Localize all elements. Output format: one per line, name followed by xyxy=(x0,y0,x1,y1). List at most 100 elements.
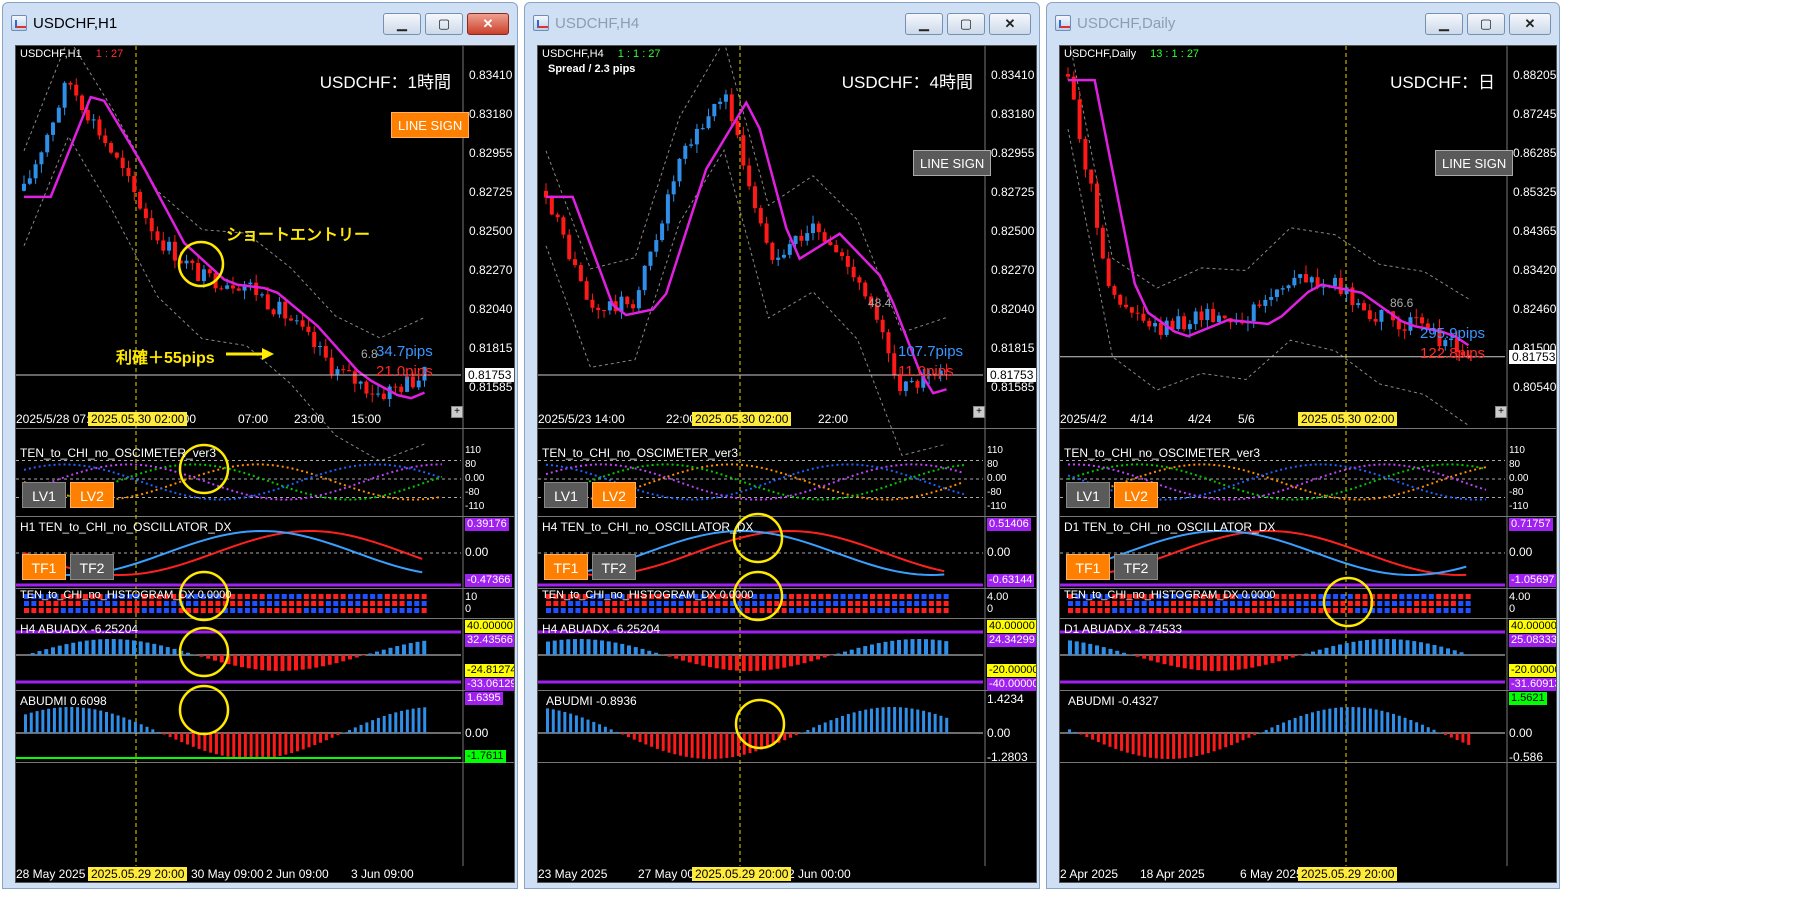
histogram-cell xyxy=(1399,594,1405,599)
tf2-button[interactable]: TF2 xyxy=(592,554,636,580)
histogram-cell xyxy=(678,608,684,613)
histogram-cell xyxy=(685,608,691,613)
price-tick: 0.81815 xyxy=(469,341,513,355)
candle-body xyxy=(219,288,224,290)
histogram-cell xyxy=(1303,601,1309,606)
histogram-cell xyxy=(1340,594,1346,599)
candle-body xyxy=(1373,319,1378,322)
histogram-cell xyxy=(884,601,890,606)
histogram-cell xyxy=(789,601,794,606)
minimize-button[interactable]: ▁ xyxy=(383,13,421,35)
tf1-button[interactable]: TF1 xyxy=(22,554,66,580)
abuadx-bar xyxy=(84,640,89,655)
tf2-button[interactable]: TF2 xyxy=(70,554,114,580)
maximize-button[interactable]: ▢ xyxy=(947,13,985,35)
chart-area[interactable]: USDCHF,Daily 13 : 1 : 27 USDCHF：日 LINE SIGN… xyxy=(1059,45,1557,883)
abuadx-scale: -20.00000 xyxy=(987,664,1036,677)
close-button[interactable]: ✕ xyxy=(1509,13,1551,35)
price-tick: 0.83410 xyxy=(469,68,513,82)
abudmi-bar xyxy=(1397,715,1401,733)
candle-body xyxy=(1222,315,1227,319)
abudmi-bar xyxy=(1467,733,1471,745)
tf2-button[interactable]: TF2 xyxy=(1114,554,1158,580)
abuadx-bar xyxy=(1230,655,1234,671)
histogram-cell xyxy=(1436,608,1442,613)
histogram-cell xyxy=(1450,608,1456,613)
histogram-cell xyxy=(914,594,920,599)
histogram-cell xyxy=(1068,608,1073,613)
abudmi-bar xyxy=(650,733,654,747)
lv1-button[interactable]: LV1 xyxy=(22,482,66,508)
histogram-cell xyxy=(134,601,140,606)
histogram-cell xyxy=(612,608,618,613)
histogram-cell xyxy=(333,608,339,613)
histogram-cell xyxy=(560,601,566,606)
abuadx-bar xyxy=(728,655,733,671)
abuadx-bar xyxy=(924,639,928,655)
histogram-cell xyxy=(906,608,912,613)
histogram-cell xyxy=(281,608,287,613)
line-sign-button[interactable]: LINE SIGN xyxy=(391,112,470,138)
histogram-cell xyxy=(582,608,588,613)
abuadx-bar xyxy=(1371,639,1376,655)
line-sign-button[interactable]: LINE SIGN xyxy=(913,150,992,176)
chart-shift-button[interactable]: + xyxy=(1495,406,1507,418)
chart-window-h4[interactable]: USDCHF,H4 ▁ ▢ ✕ USDCHF,H4 1 : 1 : 27 Sprea… xyxy=(524,2,1040,889)
abudmi-bar xyxy=(916,709,920,733)
minimize-button[interactable]: ▁ xyxy=(1425,13,1463,35)
histogram-cell xyxy=(414,594,420,599)
tf1-button[interactable]: TF1 xyxy=(1066,554,1110,580)
abudmi-bar xyxy=(394,712,398,733)
histogram-cell xyxy=(1340,608,1346,613)
price-tick: 0.84365 xyxy=(1513,224,1557,238)
histogram-cell xyxy=(936,601,942,606)
histogram-cell xyxy=(1185,608,1191,613)
close-button[interactable]: ✕ xyxy=(989,13,1031,35)
maximize-button[interactable]: ▢ xyxy=(1467,13,1505,35)
osc-scale: 80 xyxy=(1509,459,1521,470)
title-bar[interactable]: USDCHF,H4 ▁ ▢ ✕ xyxy=(525,3,1039,43)
histogram-cell xyxy=(789,608,794,613)
lv2-button[interactable]: LV2 xyxy=(70,482,114,508)
title-bar[interactable]: USDCHF,Daily ▁ ▢ ✕ xyxy=(1047,3,1559,43)
abudmi-bar xyxy=(939,715,943,733)
lv2-button[interactable]: LV2 xyxy=(592,482,636,508)
time-highlight-box: 2025.05.30 02:00 xyxy=(88,412,188,426)
chart-shift-button[interactable]: + xyxy=(451,406,463,418)
title-bar[interactable]: USDCHF,H1 ▁ ▢ ✕ xyxy=(3,3,517,43)
candle-body xyxy=(1274,289,1279,297)
bar-counter: 1 : 1 : 27 xyxy=(617,48,661,60)
candle-body xyxy=(1414,317,1419,319)
histogram-cell xyxy=(943,594,949,599)
chart-window-daily[interactable]: USDCHF,Daily ▁ ▢ ✕ USDCHF,Daily 13 : 1 : … xyxy=(1046,2,1560,889)
chart-window-h1[interactable]: USDCHF,H1 ▁ ▢ ✕ USDCHF,H1 1 : 27 USDCHF：1時… xyxy=(2,2,518,889)
maximize-button[interactable]: ▢ xyxy=(425,13,463,35)
candle-body xyxy=(834,245,839,253)
abudmi-bar xyxy=(557,710,561,733)
close-button[interactable]: ✕ xyxy=(467,13,509,35)
abuadx-bar xyxy=(105,639,109,655)
histogram-cell xyxy=(1311,608,1316,613)
lv1-button[interactable]: LV1 xyxy=(1066,482,1110,508)
histogram-cell xyxy=(1156,601,1162,606)
lv1-button[interactable]: LV1 xyxy=(544,482,588,508)
histogram-cell xyxy=(1347,601,1353,606)
abudmi-bar xyxy=(52,707,56,733)
abuadx-bar xyxy=(415,641,420,655)
minimize-button[interactable]: ▁ xyxy=(905,13,943,35)
histogram-cell xyxy=(208,608,214,613)
tf1-button[interactable]: TF1 xyxy=(544,554,588,580)
histogram-cell xyxy=(604,608,610,613)
histogram-cell xyxy=(267,601,272,606)
chart-area[interactable]: USDCHF,H1 1 : 27 USDCHF：1時間 LINE SIGN 0.8341… xyxy=(15,45,515,883)
histogram-cell xyxy=(230,608,236,613)
candle-body xyxy=(230,285,235,289)
abuadx-bar xyxy=(708,655,712,668)
histogram-cell xyxy=(289,608,295,613)
candle-body xyxy=(845,256,850,267)
chart-area[interactable]: USDCHF,H4 1 : 1 : 27 Spread / 2.3 pips USDC… xyxy=(537,45,1037,883)
line-sign-button[interactable]: LINE SIGN xyxy=(1435,150,1514,176)
lv2-button[interactable]: LV2 xyxy=(1114,482,1158,508)
abudmi-bar xyxy=(64,707,68,733)
chart-shift-button[interactable]: + xyxy=(973,406,985,418)
